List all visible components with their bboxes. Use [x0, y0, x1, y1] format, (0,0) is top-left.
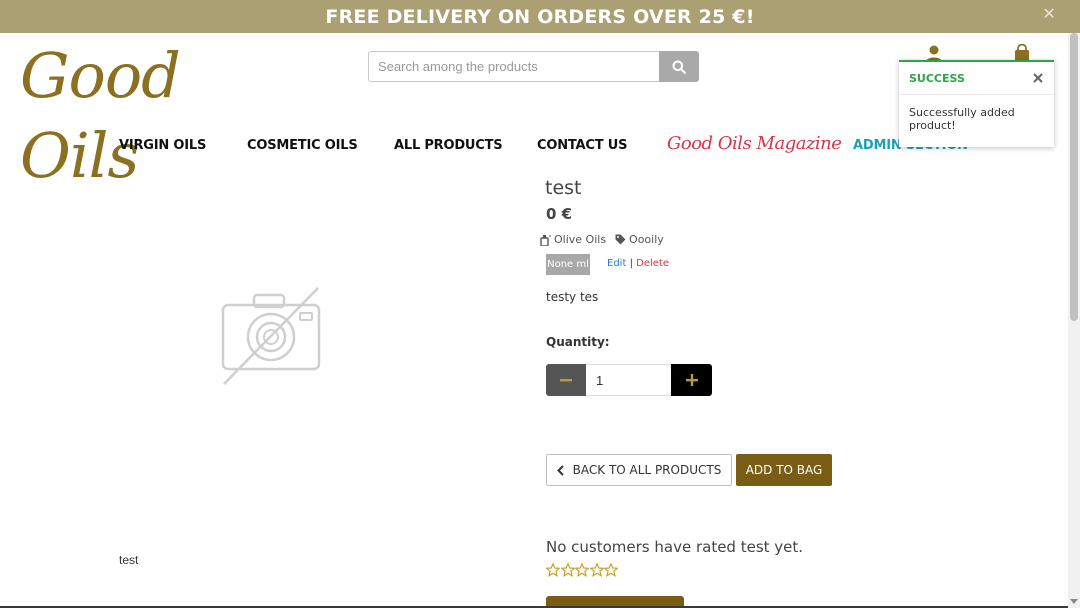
minus-icon: [560, 379, 572, 382]
toast-message: Successfully added product!: [909, 106, 1015, 132]
scrollbar-thumb[interactable]: [1070, 33, 1078, 321]
quantity-label: Quantity:: [546, 335, 610, 349]
rating-stars[interactable]: [546, 563, 619, 577]
product-meta: Olive Oils Oooily: [540, 233, 673, 246]
increment-button[interactable]: [671, 364, 712, 396]
star-icon[interactable]: [575, 563, 589, 577]
nav-contact-us[interactable]: CONTACT US: [537, 138, 627, 153]
nav-virgin-oils[interactable]: VIRGIN OILS: [119, 138, 206, 153]
close-icon[interactable]: [1032, 72, 1044, 84]
star-icon[interactable]: [560, 563, 575, 577]
search-icon: [672, 60, 686, 74]
add-to-bag-button[interactable]: ADD TO BAG: [736, 454, 832, 486]
toast-header: SUCCESS: [899, 62, 1054, 95]
nav-all-products[interactable]: ALL PRODUCTS: [394, 138, 503, 153]
free-delivery-banner: FREE DELIVERY ON ORDERS OVER 25 €! ✕: [0, 0, 1080, 33]
back-button-label: BACK TO ALL PRODUCTS: [572, 463, 722, 477]
product-description: testy tes: [546, 290, 599, 304]
search-bar: [368, 51, 699, 82]
admin-links: Edit | Delete: [607, 258, 669, 269]
product-name: test: [545, 177, 582, 199]
scrollbar[interactable]: [1068, 33, 1080, 608]
tag-link[interactable]: Oooily: [615, 233, 664, 246]
delete-link[interactable]: Delete: [636, 258, 669, 269]
site-logo[interactable]: Good Oils: [20, 36, 250, 192]
banner-text: FREE DELIVERY ON ORDERS OVER 25 €!: [325, 6, 755, 28]
back-to-all-products-button[interactable]: BACK TO ALL PRODUCTS: [546, 454, 732, 486]
plus-icon: [685, 374, 698, 386]
star-icon[interactable]: [546, 563, 560, 577]
nav-cosmetic-oils[interactable]: COSMETIC OILS: [247, 138, 358, 153]
link-separator: |: [629, 258, 633, 269]
quantity-stepper: [546, 364, 712, 396]
tag-icon: [615, 234, 626, 245]
scroll-down-icon[interactable]: [1070, 597, 1078, 605]
bottle-icon: [540, 234, 551, 246]
success-toast: SUCCESS Successfully added product!: [899, 60, 1054, 147]
no-image-camera-icon: [221, 287, 321, 385]
quantity-input[interactable]: [586, 364, 671, 396]
star-icon[interactable]: [589, 563, 604, 577]
nav-magazine[interactable]: Good Oils Magazine: [667, 133, 842, 154]
search-button[interactable]: [659, 51, 699, 82]
category-label: Olive Oils: [554, 233, 607, 246]
tag-label: Oooily: [629, 233, 664, 246]
banner-close-icon[interactable]: ✕: [1042, 4, 1056, 24]
toast-title: SUCCESS: [909, 71, 965, 85]
add-button-label: ADD TO BAG: [745, 463, 823, 477]
size-badge: None ml: [546, 254, 590, 275]
category-link[interactable]: Olive Oils: [540, 233, 606, 246]
image-caption: test: [119, 553, 139, 567]
edit-link[interactable]: Edit: [607, 258, 626, 269]
star-icon[interactable]: [604, 563, 618, 577]
product-price: 0 €: [546, 205, 573, 223]
decrement-button[interactable]: [546, 364, 586, 396]
rating-text: No customers have rated test yet.: [546, 538, 804, 556]
search-input[interactable]: [368, 51, 659, 82]
chevron-left-icon: [556, 464, 564, 476]
